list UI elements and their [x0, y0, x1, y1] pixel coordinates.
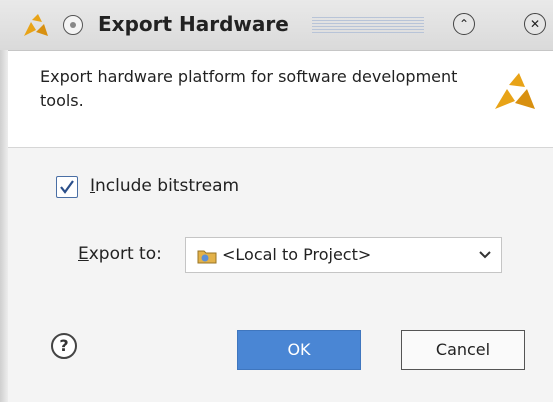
- include-bitstream-label[interactable]: Include bitstream: [90, 176, 239, 196]
- header-description: Export hardware platform for software de…: [40, 67, 458, 110]
- title-bar[interactable]: Export Hardware ⌃ ✕: [0, 0, 553, 51]
- close-button[interactable]: ✕: [524, 13, 546, 35]
- cancel-button[interactable]: Cancel: [401, 330, 525, 370]
- export-to-label: Export to:: [78, 244, 162, 264]
- window-border: [0, 50, 8, 402]
- export-to-value: <Local to Project>: [222, 245, 372, 264]
- ok-button[interactable]: OK: [237, 330, 361, 370]
- checkmark-icon: [60, 180, 74, 194]
- folder-icon: [197, 250, 217, 264]
- dialog-header: Export hardware platform for software de…: [8, 51, 553, 148]
- chevron-down-icon[interactable]: [478, 250, 492, 260]
- maximize-button[interactable]: ⌃: [453, 13, 475, 35]
- window-menu-icon[interactable]: [63, 15, 83, 35]
- include-bitstream-checkbox[interactable]: [56, 176, 78, 198]
- xilinx-logo-icon: [24, 14, 48, 36]
- xilinx-logo-icon: [495, 73, 535, 109]
- title-bar-grip: [312, 17, 424, 33]
- export-to-dropdown[interactable]: <Local to Project>: [185, 237, 502, 273]
- window-title: Export Hardware: [98, 12, 289, 36]
- help-icon[interactable]: ?: [51, 333, 77, 359]
- export-hardware-dialog: Export Hardware ⌃ ✕ Export hardware plat…: [0, 0, 553, 402]
